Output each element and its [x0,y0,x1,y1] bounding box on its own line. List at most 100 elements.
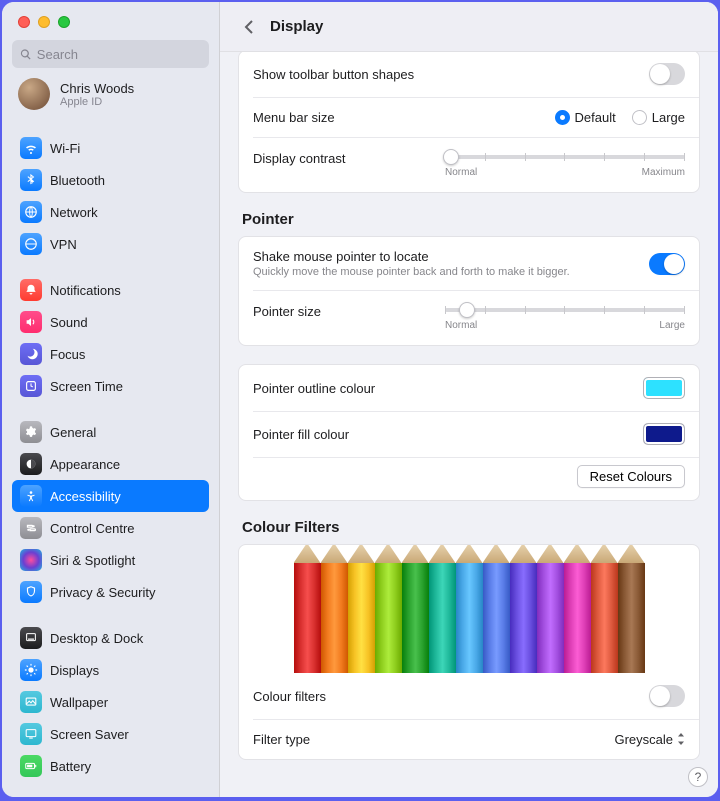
sidebar-item-control-centre[interactable]: Control Centre [12,512,209,544]
display-contrast-label: Display contrast [253,151,345,166]
accessibility-icon [20,485,42,507]
menu-bar-default-radio[interactable]: Default [555,110,616,125]
sidebar-item-label: Sound [50,315,88,330]
chevron-left-icon [244,19,254,35]
search-icon [20,48,32,61]
battery-icon [20,755,42,777]
filter-type-label: Filter type [253,732,310,747]
sidebar-item-siri-spotlight[interactable]: Siri & Spotlight [12,544,209,576]
sidebar: Chris Woods Apple ID Wi-Fi Bluetooth Net… [2,2,220,797]
sidebar-item-label: Siri & Spotlight [50,553,135,568]
pencil [537,545,564,673]
display-contrast-slider[interactable]: Normal Maximum [445,151,685,178]
desktop-dock-icon [20,627,42,649]
shake-locate-label: Shake mouse pointer to locate [253,249,570,264]
sidebar-item-screen-time[interactable]: Screen Time [12,370,209,402]
back-button[interactable] [238,16,260,38]
pointer-size-row: Pointer size Normal Large [239,290,699,345]
fill-colour-label: Pointer fill colour [253,427,349,442]
sidebar-item-accessibility[interactable]: Accessibility [12,480,209,512]
menu-bar-large-radio[interactable]: Large [632,110,685,125]
pencil [375,545,402,673]
sidebar-item-general[interactable]: General [12,416,209,448]
sidebar-item-label: Privacy & Security [50,585,155,600]
outline-colour-swatch[interactable] [643,377,685,399]
slider-min-label: Normal [445,320,477,331]
bluetooth-icon [20,169,42,191]
help-button[interactable]: ? [688,767,708,787]
main-panel: Display Show toolbar button shapes Menu … [220,2,718,797]
sidebar-item-label: Desktop & Dock [50,631,143,646]
display-contrast-row: Display contrast Normal Maximum [239,137,699,192]
sidebar-item-sound[interactable]: Sound [12,306,209,338]
sidebar-item-label: Network [50,205,98,220]
sidebar-item-bluetooth[interactable]: Bluetooth [12,164,209,196]
page-title: Display [270,18,323,35]
displays-icon [20,659,42,681]
sidebar-item-network[interactable]: Network [12,196,209,228]
sidebar-item-privacy-security[interactable]: Privacy & Security [12,576,209,608]
reset-colours-button[interactable]: Reset Colours [577,465,685,488]
sidebar-item-lock-screen[interactable]: Lock Screen [12,796,209,797]
sidebar-item-vpn[interactable]: VPN [12,228,209,260]
pointer-card: Shake mouse pointer to locate Quickly mo… [238,236,700,346]
pointer-section-title: Pointer [242,211,696,228]
pencil [510,545,537,673]
sidebar-item-screen-saver[interactable]: Screen Saver [12,718,209,750]
close-window-button[interactable] [18,16,30,28]
zoom-window-button[interactable] [58,16,70,28]
minimize-window-button[interactable] [38,16,50,28]
search-field[interactable] [12,40,209,68]
sidebar-item-wifi[interactable]: Wi-Fi [12,132,209,164]
chevron-updown-icon [677,733,685,745]
sound-icon [20,311,42,333]
sidebar-item-desktop-dock[interactable]: Desktop & Dock [12,622,209,654]
sidebar-item-wallpaper[interactable]: Wallpaper [12,686,209,718]
toolbar-shapes-row: Show toolbar button shapes [239,52,699,97]
filter-type-row: Filter type Greyscale [239,719,699,759]
sidebar-item-displays[interactable]: Displays [12,654,209,686]
pencil [321,545,348,673]
fill-colour-swatch[interactable] [643,423,685,445]
sidebar-item-label: Displays [50,663,99,678]
sidebar-item-label: Wallpaper [50,695,108,710]
colour-filters-row: Colour filters [239,673,699,719]
search-input[interactable] [37,47,201,62]
pencil [456,545,483,673]
control-centre-icon [20,517,42,539]
wallpaper-icon [20,691,42,713]
gear-icon [20,421,42,443]
display-card: Show toolbar button shapes Menu bar size… [238,52,700,193]
network-icon [20,201,42,223]
notifications-icon [20,279,42,301]
apple-id-row[interactable]: Chris Woods Apple ID [12,76,209,118]
sidebar-item-notifications[interactable]: Notifications [12,274,209,306]
pointer-colour-card: Pointer outline colour Pointer fill colo… [238,364,700,501]
sidebar-item-label: Focus [50,347,85,362]
sidebar-item-battery[interactable]: Battery [12,750,209,782]
radio-dot-icon [555,110,570,125]
reset-colours-row: Reset Colours [239,457,699,500]
pointer-size-label: Pointer size [253,304,321,319]
sidebar-item-label: General [50,425,96,440]
toolbar-shapes-toggle[interactable] [649,63,685,85]
shake-locate-toggle[interactable] [649,253,685,275]
wifi-icon [20,137,42,159]
pencil [564,545,591,673]
sidebar-item-label: Notifications [50,283,121,298]
sidebar-item-label: Control Centre [50,521,135,536]
colour-filters-section-title: Colour Filters [242,519,696,536]
colour-filters-preview [239,545,699,673]
avatar [18,78,50,110]
colour-filters-toggle[interactable] [649,685,685,707]
outline-colour-label: Pointer outline colour [253,381,375,396]
pointer-size-slider[interactable]: Normal Large [445,304,685,331]
filter-type-dropdown[interactable]: Greyscale [614,732,685,747]
radio-dot-icon [632,110,647,125]
screen-time-icon [20,375,42,397]
vpn-icon [20,233,42,255]
radio-label: Large [652,110,685,125]
sidebar-item-focus[interactable]: Focus [12,338,209,370]
sidebar-item-label: Accessibility [50,489,121,504]
sidebar-item-appearance[interactable]: Appearance [12,448,209,480]
